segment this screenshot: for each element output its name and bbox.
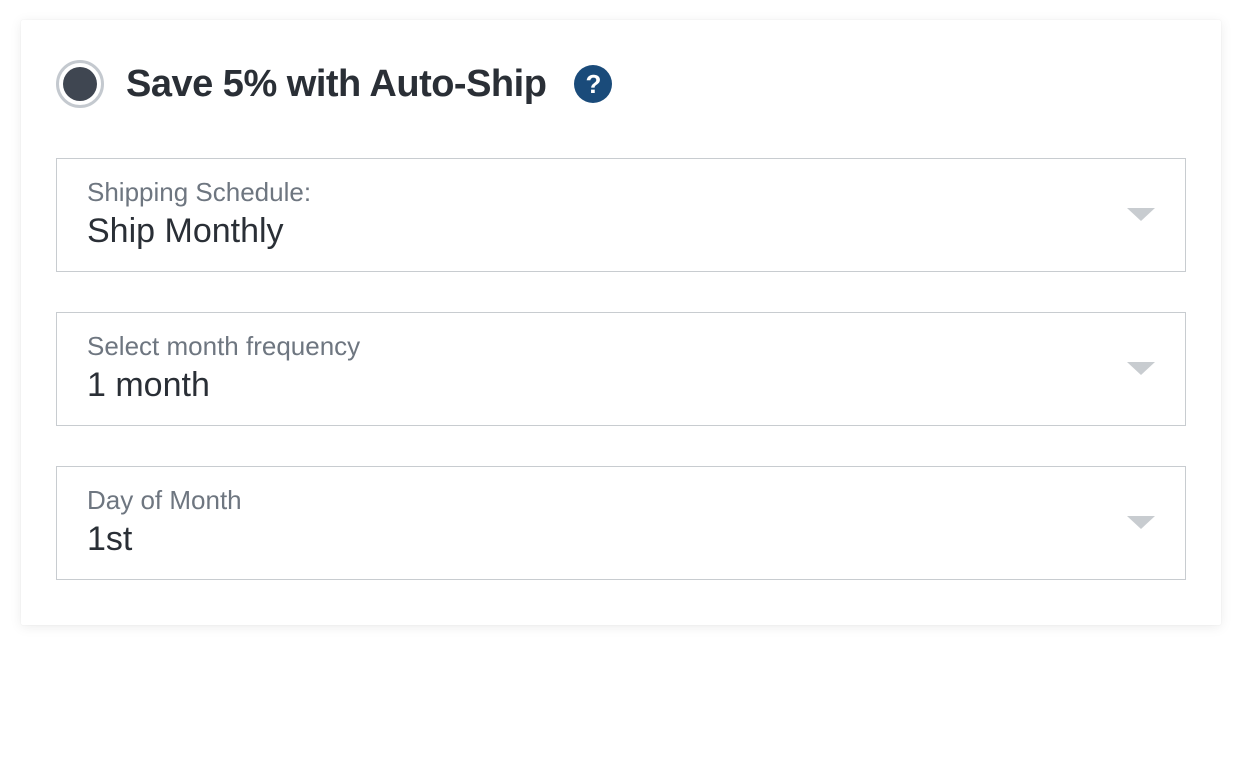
month-frequency-value: 1 month — [87, 366, 360, 405]
header-row: Save 5% with Auto-Ship ? — [56, 60, 1186, 108]
month-frequency-dropdown[interactable]: Select month frequency 1 month — [56, 312, 1186, 426]
auto-ship-radio[interactable] — [56, 60, 104, 108]
help-icon[interactable]: ? — [574, 65, 612, 103]
shipping-schedule-label: Shipping Schedule: — [87, 177, 311, 208]
month-frequency-content: Select month frequency 1 month — [87, 331, 360, 405]
radio-selected-fill — [63, 67, 97, 101]
auto-ship-card: Save 5% with Auto-Ship ? Shipping Schedu… — [21, 20, 1221, 625]
day-of-month-dropdown[interactable]: Day of Month 1st — [56, 466, 1186, 580]
auto-ship-title: Save 5% with Auto-Ship — [126, 63, 546, 106]
shipping-schedule-value: Ship Monthly — [87, 212, 311, 251]
chevron-down-icon — [1127, 208, 1155, 221]
shipping-schedule-content: Shipping Schedule: Ship Monthly — [87, 177, 311, 251]
shipping-schedule-dropdown[interactable]: Shipping Schedule: Ship Monthly — [56, 158, 1186, 272]
chevron-down-icon — [1127, 362, 1155, 375]
day-of-month-value: 1st — [87, 520, 242, 559]
chevron-down-icon — [1127, 516, 1155, 529]
day-of-month-label: Day of Month — [87, 485, 242, 516]
day-of-month-content: Day of Month 1st — [87, 485, 242, 559]
month-frequency-label: Select month frequency — [87, 331, 360, 362]
